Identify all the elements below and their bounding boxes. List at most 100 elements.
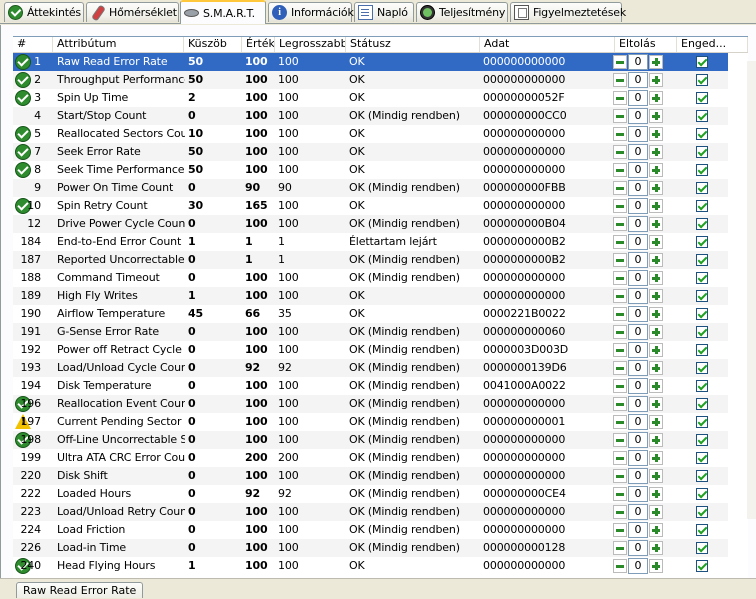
offset-value-field[interactable]: 0 <box>628 306 648 322</box>
table-row[interactable]: 192 Power off Retract Cycle ... 0 100 100 OK … <box>13 341 728 359</box>
offset-value-field[interactable]: 0 <box>628 108 648 124</box>
tab-information[interactable]: i Információk <box>268 2 354 22</box>
plus-icon[interactable] <box>649 289 663 303</box>
minus-icon[interactable] <box>613 541 627 555</box>
plus-icon[interactable] <box>649 415 663 429</box>
minus-icon[interactable] <box>613 253 627 267</box>
offset-stepper[interactable]: 0 <box>613 216 665 232</box>
minus-icon[interactable] <box>613 289 627 303</box>
minus-icon[interactable] <box>613 433 627 447</box>
table-row[interactable]: 8 Seek Time Performance 50 100 100 OK 00000000… <box>13 161 728 179</box>
col-header-id[interactable]: # <box>13 37 53 52</box>
col-header-status[interactable]: Státusz <box>346 37 480 52</box>
minus-icon[interactable] <box>613 469 627 483</box>
offset-value-field[interactable]: 0 <box>628 558 648 574</box>
col-header-data[interactable]: Adat <box>480 37 615 52</box>
enable-checkbox[interactable] <box>696 380 708 392</box>
offset-stepper[interactable]: 0 <box>613 504 665 520</box>
offset-stepper[interactable]: 0 <box>613 72 665 88</box>
table-row[interactable]: 7 Seek Error Rate 50 100 100 OK 000000000000 0 <box>13 143 728 161</box>
offset-value-field[interactable]: 0 <box>628 198 648 214</box>
enable-checkbox[interactable] <box>696 272 708 284</box>
offset-stepper[interactable]: 0 <box>613 558 665 574</box>
plus-icon[interactable] <box>649 163 663 177</box>
minus-icon[interactable] <box>613 559 627 573</box>
tab-overview[interactable]: Áttekintés <box>4 2 84 22</box>
enable-checkbox[interactable] <box>696 344 708 356</box>
offset-stepper[interactable]: 0 <box>613 162 665 178</box>
table-row[interactable]: 199 Ultra ATA CRC Error Count 0 200 200 OK (M… <box>13 449 728 467</box>
enable-checkbox[interactable] <box>696 56 708 68</box>
col-header-enable[interactable]: Enged... <box>677 37 748 52</box>
enable-checkbox[interactable] <box>696 398 708 410</box>
offset-value-field[interactable]: 0 <box>628 396 648 412</box>
plus-icon[interactable] <box>649 433 663 447</box>
offset-stepper[interactable]: 0 <box>613 468 665 484</box>
plus-icon[interactable] <box>649 145 663 159</box>
offset-stepper[interactable]: 0 <box>613 288 665 304</box>
offset-value-field[interactable]: 0 <box>628 90 648 106</box>
enable-checkbox[interactable] <box>696 146 708 158</box>
offset-value-field[interactable]: 0 <box>628 522 648 538</box>
minus-icon[interactable] <box>613 451 627 465</box>
offset-stepper[interactable]: 0 <box>613 486 665 502</box>
offset-stepper[interactable]: 0 <box>613 198 665 214</box>
plus-icon[interactable] <box>649 361 663 375</box>
selected-attribute-tab[interactable]: Raw Read Error Rate <box>16 582 144 598</box>
offset-value-field[interactable]: 0 <box>628 468 648 484</box>
table-row[interactable]: 3 Spin Up Time 2 100 100 OK 00000000052F 0 <box>13 89 728 107</box>
minus-icon[interactable] <box>613 379 627 393</box>
offset-stepper[interactable]: 0 <box>613 108 665 124</box>
plus-icon[interactable] <box>649 505 663 519</box>
table-row[interactable]: 10 Spin Retry Count 30 165 100 OK 000000000000… <box>13 197 728 215</box>
minus-icon[interactable] <box>613 55 627 69</box>
col-header-attribute[interactable]: Attribútum <box>53 37 184 52</box>
plus-icon[interactable] <box>649 55 663 69</box>
enable-checkbox[interactable] <box>696 128 708 140</box>
table-row[interactable]: 2 Throughput Performance 50 100 100 OK 0000000… <box>13 71 728 89</box>
enable-checkbox[interactable] <box>696 524 708 536</box>
table-row[interactable]: 222 Loaded Hours 0 92 92 OK (Mindig rendben) 0… <box>13 485 728 503</box>
enable-checkbox[interactable] <box>696 308 708 320</box>
offset-value-field[interactable]: 0 <box>628 234 648 250</box>
offset-stepper[interactable]: 0 <box>613 270 665 286</box>
offset-value-field[interactable]: 0 <box>628 324 648 340</box>
enable-checkbox[interactable] <box>696 488 708 500</box>
offset-value-field[interactable]: 0 <box>628 360 648 376</box>
minus-icon[interactable] <box>613 163 627 177</box>
tab-performance[interactable]: Teljesítmény <box>416 2 508 22</box>
col-header-worst[interactable]: Legrosszabb <box>275 37 346 52</box>
minus-icon[interactable] <box>613 505 627 519</box>
enable-checkbox[interactable] <box>696 164 708 176</box>
plus-icon[interactable] <box>649 325 663 339</box>
plus-icon[interactable] <box>649 253 663 267</box>
table-row[interactable]: 224 Load Friction 0 100 100 OK (Mindig rendbe… <box>13 521 728 539</box>
offset-stepper[interactable]: 0 <box>613 252 665 268</box>
enable-checkbox[interactable] <box>696 200 708 212</box>
tab-smart[interactable]: S.M.A.R.T. <box>180 0 266 24</box>
minus-icon[interactable] <box>613 415 627 429</box>
minus-icon[interactable] <box>613 199 627 213</box>
enable-checkbox[interactable] <box>696 92 708 104</box>
tab-log[interactable]: Napló <box>354 2 414 22</box>
offset-value-field[interactable]: 0 <box>628 252 648 268</box>
table-row[interactable]: 197Current Pending Sector C...0100100OK … <box>13 413 728 431</box>
enable-checkbox[interactable] <box>696 542 708 554</box>
minus-icon[interactable] <box>613 523 627 537</box>
offset-value-field[interactable]: 0 <box>628 342 648 358</box>
vertical-scrollbar[interactable] <box>747 61 756 519</box>
table-row[interactable]: 1 Raw Read Error Rate 50 100 100 OK 0000000000… <box>13 53 728 71</box>
plus-icon[interactable] <box>649 307 663 321</box>
col-header-value[interactable]: Érték <box>242 37 275 52</box>
enable-checkbox[interactable] <box>696 236 708 248</box>
table-row[interactable]: 198 Off-Line Uncorrectable S... 0 100 100 OK … <box>13 431 728 449</box>
offset-value-field[interactable]: 0 <box>628 126 648 142</box>
offset-stepper[interactable]: 0 <box>613 54 665 70</box>
offset-value-field[interactable]: 0 <box>628 540 648 556</box>
enable-checkbox[interactable] <box>696 506 708 518</box>
offset-stepper[interactable]: 0 <box>613 324 665 340</box>
enable-checkbox[interactable] <box>696 182 708 194</box>
enable-checkbox[interactable] <box>696 326 708 338</box>
plus-icon[interactable] <box>649 91 663 105</box>
offset-stepper[interactable]: 0 <box>613 414 665 430</box>
